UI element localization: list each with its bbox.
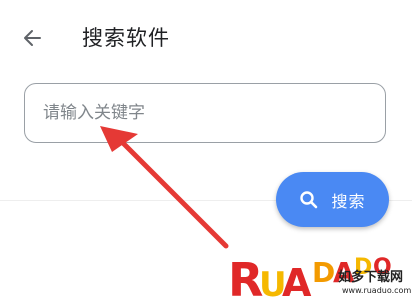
watermark: R U A D A D O 如多下载网 www.ruaduo.com: [226, 230, 412, 307]
search-icon: [300, 190, 318, 208]
search-button[interactable]: 搜索: [276, 172, 389, 227]
page-title: 搜索软件: [82, 26, 170, 50]
search-input[interactable]: [41, 102, 385, 124]
svg-text:A: A: [282, 261, 312, 305]
back-button[interactable]: [18, 24, 46, 52]
search-button-label: 搜索: [331, 191, 366, 211]
watermark-url-text: www.ruaduo.com: [342, 286, 412, 295]
watermark-cn-text: 如多下载网: [338, 270, 404, 285]
svg-text:D: D: [312, 256, 335, 289]
search-software-page: 搜索软件 搜索 R U A D A D O 如多下载网 www.ruaduo.c…: [0, 0, 412, 307]
search-field[interactable]: [24, 83, 386, 143]
arrow-left-icon: [24, 30, 41, 46]
